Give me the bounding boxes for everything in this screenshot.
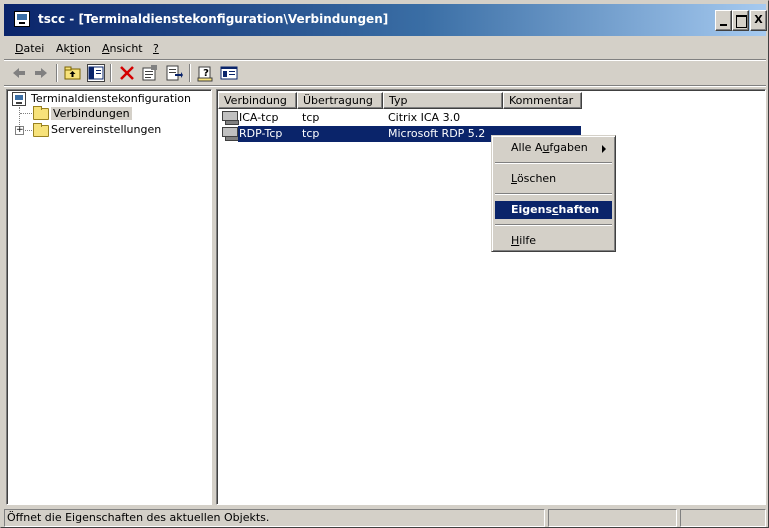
window-title: tscc - [Terminaldienstekonfiguration\Ver… — [38, 12, 389, 26]
menu-datei[interactable]: Datei — [15, 42, 44, 55]
context-item-hilfe[interactable]: Hilfe — [495, 232, 612, 250]
tree-line — [20, 113, 32, 114]
menu-separator — [495, 224, 612, 226]
toolbar: ? — [4, 62, 766, 84]
status-panel-3 — [680, 509, 766, 527]
maximize-button[interactable] — [732, 10, 749, 31]
tree-item-verbindungen[interactable]: Verbindungen — [51, 107, 132, 123]
submenu-arrow-icon — [602, 145, 606, 153]
cell-type: Citrix ICA 3.0 — [388, 111, 461, 124]
console-tree[interactable]: Terminaldienstekonfiguration Verbindunge… — [6, 89, 212, 505]
svg-text:?: ? — [203, 68, 209, 79]
connection-icon — [222, 127, 239, 141]
application-window: tscc - [Terminaldienstekonfiguration\Ver… — [0, 0, 769, 528]
help-icon[interactable]: ? — [197, 64, 215, 82]
context-menu: Alle Aufgaben Löschen Eigenschaften Hilf… — [491, 135, 616, 252]
context-item-alle-aufgaben[interactable]: Alle Aufgaben — [495, 139, 612, 157]
menu-separator — [495, 193, 612, 195]
column-header-uebertragung[interactable]: Übertragung — [297, 92, 383, 109]
cell-connection: RDP-Tcp — [239, 127, 283, 140]
cell-type: Microsoft RDP 5.2 — [388, 127, 486, 140]
back-arrow-icon[interactable] — [10, 64, 28, 82]
cell-transport: tcp — [302, 111, 320, 124]
status-bar: Öffnet die Eigenschaften des aktuellen O… — [4, 508, 766, 527]
table-row[interactable]: ICA-tcp tcp Citrix ICA 3.0 — [219, 110, 581, 126]
tree-root-label[interactable]: Terminaldienstekonfiguration — [31, 92, 191, 108]
menu-divider — [4, 59, 766, 61]
menu-ansicht[interactable]: Ansicht — [102, 42, 143, 55]
menu-bar: Datei Aktion Ansicht ? — [4, 39, 766, 59]
delete-icon[interactable] — [118, 64, 136, 82]
toolbar-divider — [56, 64, 58, 82]
tree-item-servereinstellungen[interactable]: Servereinstellungen — [51, 123, 161, 139]
menu-help[interactable]: ? — [153, 42, 159, 55]
status-text: Öffnet die Eigenschaften des aktuellen O… — [4, 509, 545, 527]
context-item-eigenschaften[interactable]: Eigenschaften — [495, 201, 612, 219]
cell-transport: tcp — [302, 127, 320, 140]
app-icon[interactable] — [14, 11, 30, 27]
show-hide-tree-icon[interactable] — [87, 64, 105, 82]
up-folder-icon[interactable] — [64, 64, 82, 82]
column-header-verbindung[interactable]: Verbindung — [218, 92, 297, 109]
properties-icon[interactable] — [141, 64, 159, 82]
folder-icon — [33, 123, 49, 137]
context-item-loeschen[interactable]: Löschen — [495, 170, 612, 188]
folder-open-icon — [33, 106, 49, 120]
close-button[interactable]: X — [750, 10, 767, 31]
column-header-typ[interactable]: Typ — [383, 92, 503, 109]
menu-separator — [495, 162, 612, 164]
title-bar[interactable]: tscc - [Terminaldienstekonfiguration\Ver… — [4, 4, 767, 36]
toolbar-divider — [189, 64, 191, 82]
toolbar-bottom-divider — [4, 85, 766, 87]
minimize-button[interactable] — [715, 10, 732, 31]
status-panel-2 — [548, 509, 677, 527]
expand-icon[interactable]: + — [15, 126, 24, 135]
forward-arrow-icon[interactable] — [32, 64, 50, 82]
console-icon[interactable] — [220, 64, 238, 82]
cell-connection: ICA-tcp — [239, 111, 279, 124]
toolbar-divider — [110, 64, 112, 82]
column-header-kommentar[interactable]: Kommentar — [503, 92, 582, 109]
tree-line — [25, 130, 32, 131]
connection-icon — [222, 111, 239, 125]
terminal-server-icon — [12, 92, 26, 106]
export-list-icon[interactable] — [165, 64, 183, 82]
menu-aktion[interactable]: Aktion — [56, 42, 91, 55]
